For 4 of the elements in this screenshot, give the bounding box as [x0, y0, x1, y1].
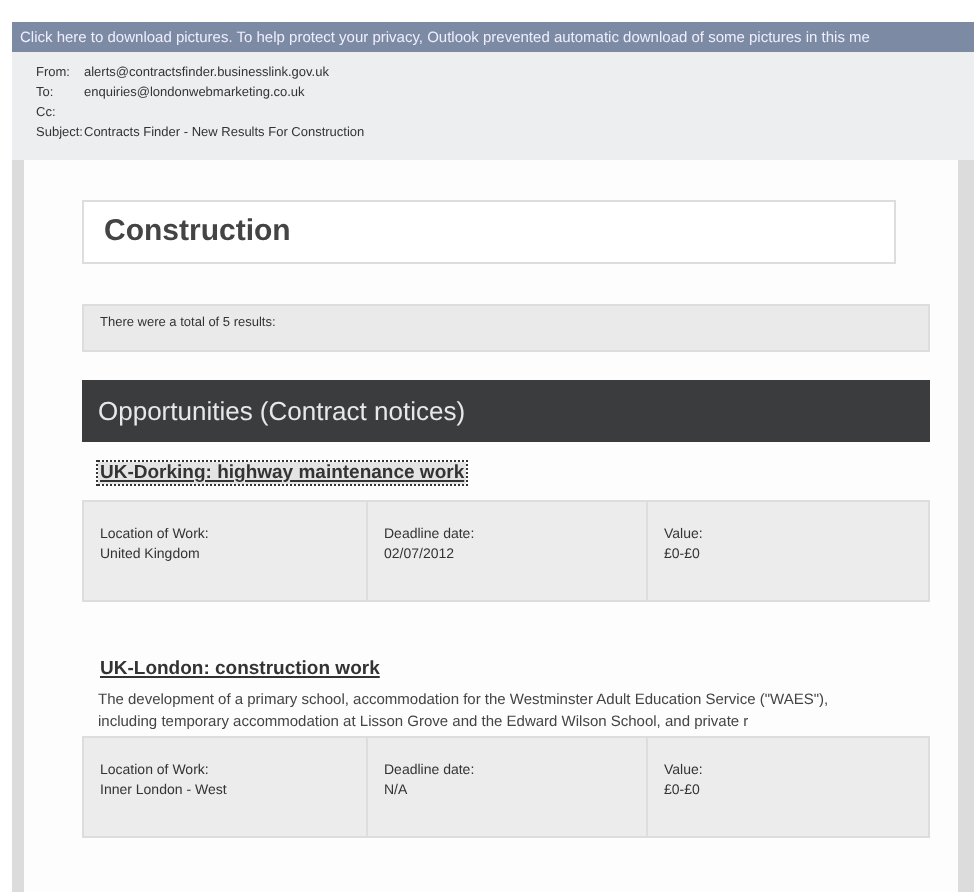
notice-link[interactable]: UK-Dorking: highway maintenance work: [98, 462, 467, 484]
section-title: Opportunities (Contract notices): [98, 396, 466, 426]
notice-link[interactable]: UK-London: construction work: [98, 658, 382, 680]
title-text: Construction: [104, 214, 291, 248]
